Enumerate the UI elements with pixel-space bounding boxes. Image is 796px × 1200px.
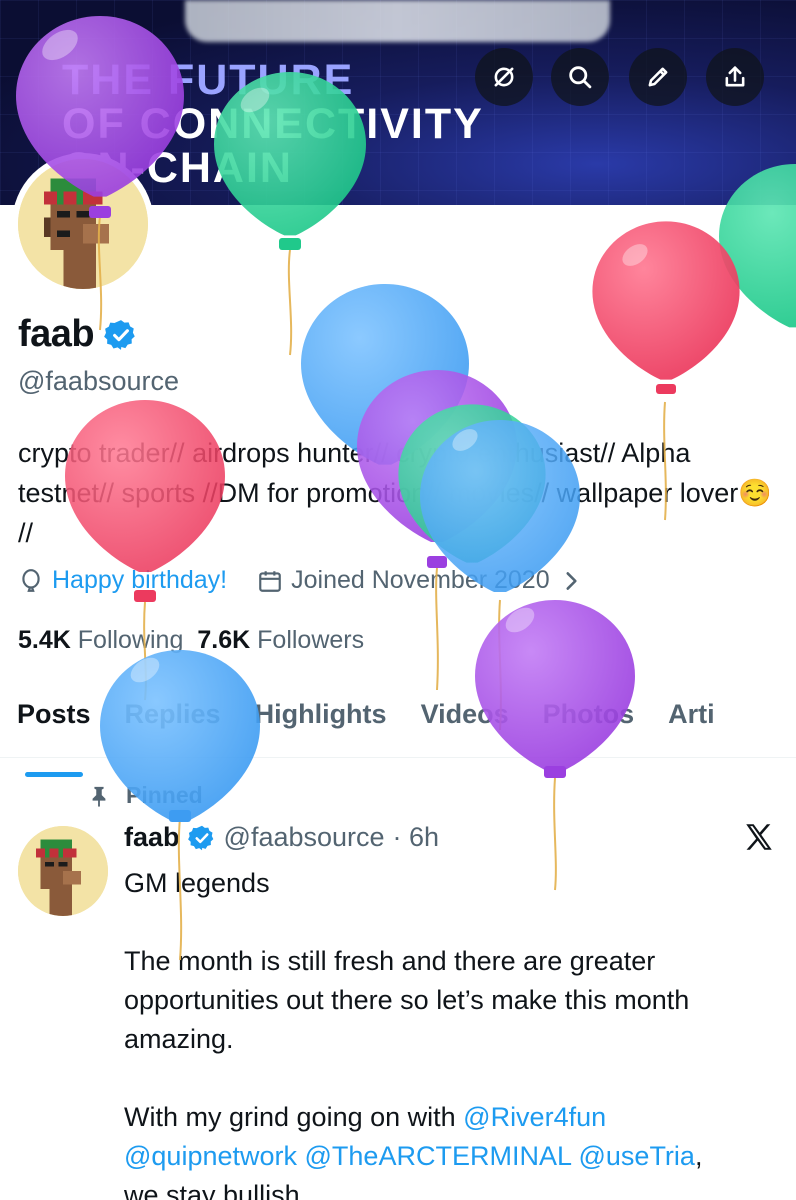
avatar-image (18, 159, 148, 289)
balloon-red-right (592, 221, 740, 394)
following-label: Following (77, 626, 184, 654)
tab-photos[interactable]: Photos (526, 690, 652, 757)
following-link[interactable]: 5.4K Following (18, 626, 183, 655)
tab-highlights[interactable]: Highlights (238, 690, 404, 757)
pinned-label: Pinned (126, 782, 203, 808)
followers-link[interactable]: 7.6K Followers (197, 626, 364, 655)
pinned-indicator: Pinned (88, 782, 203, 809)
profile-stats: 5.4K Following 7.6K Followers (18, 626, 364, 655)
post-author-name[interactable]: faab (124, 822, 180, 853)
share-button[interactable] (706, 48, 764, 106)
post-paragraph-3: With my grind going on with @River4fun @… (124, 1098, 774, 1176)
mention-link[interactable]: @quipnetwork (124, 1141, 297, 1171)
tab-posts[interactable]: Posts (0, 690, 108, 777)
balloon-icon (22, 568, 40, 592)
post-line-1: GM legends (124, 868, 270, 898)
pin-icon (92, 786, 106, 807)
verified-badge-icon[interactable] (104, 318, 138, 352)
profile-name: faab (18, 313, 138, 356)
mention-link[interactable]: @useTria (579, 1141, 695, 1171)
search-icon (569, 66, 592, 89)
mention-link[interactable]: @TheARCTERMINAL (305, 1141, 571, 1171)
x-logo-icon (746, 824, 772, 850)
post-para3-prefix: With my grind going on with (124, 1102, 464, 1132)
edit-icon (648, 67, 668, 87)
profile-tabs: Posts Replies Highlights Videos Photos A… (0, 690, 796, 777)
profile-bio: crypto trader// airdrops hunter// crypto… (18, 438, 772, 548)
post-header: faab @faabsource · 6h (124, 822, 439, 853)
profile-meta: Happy birthday! Joined November 2020 (18, 566, 584, 595)
profile-name-text: faab (18, 313, 95, 355)
following-count: 5.4K (18, 626, 71, 654)
post-author-handle[interactable]: @faabsource (224, 822, 385, 853)
edit-button[interactable] (629, 48, 687, 106)
mention-link[interactable]: @River4fun (463, 1102, 606, 1132)
tab-articles[interactable]: Arti (651, 690, 732, 757)
tab-replies[interactable]: Replies (108, 690, 238, 757)
followers-label: Followers (257, 626, 365, 654)
profile-avatar[interactable] (12, 153, 154, 295)
calendar-icon (259, 570, 281, 592)
joined-date: Joined November 2020 (291, 566, 550, 594)
tab-videos[interactable]: Videos (404, 690, 526, 757)
profile-handle: @faabsource (18, 366, 179, 396)
post-paragraph-2: The month is still fresh and there are g… (124, 946, 690, 1054)
post-text: GM legends The month is still fresh and … (124, 864, 774, 1200)
post-verified-badge-icon (187, 824, 216, 852)
banner-line-1: THE FUTURE (62, 56, 355, 104)
followers-count: 7.6K (197, 626, 251, 654)
post-para3-suffix: , (694, 1141, 703, 1171)
share-icon (725, 66, 745, 87)
birthday-link[interactable]: Happy birthday! (52, 566, 227, 595)
banner-blurred-pill (185, 0, 610, 42)
post-last-line: we stay bullish (124, 1180, 300, 1200)
grok-icon (494, 67, 514, 87)
post-timestamp[interactable]: · 6h (393, 822, 440, 853)
search-button[interactable] (551, 48, 609, 106)
post-author-avatar[interactable] (18, 826, 108, 916)
banner-line-2: OF CONNECTIVITY (62, 100, 484, 148)
chevron-right-icon[interactable] (558, 568, 584, 594)
grok-button[interactable] (475, 48, 533, 106)
